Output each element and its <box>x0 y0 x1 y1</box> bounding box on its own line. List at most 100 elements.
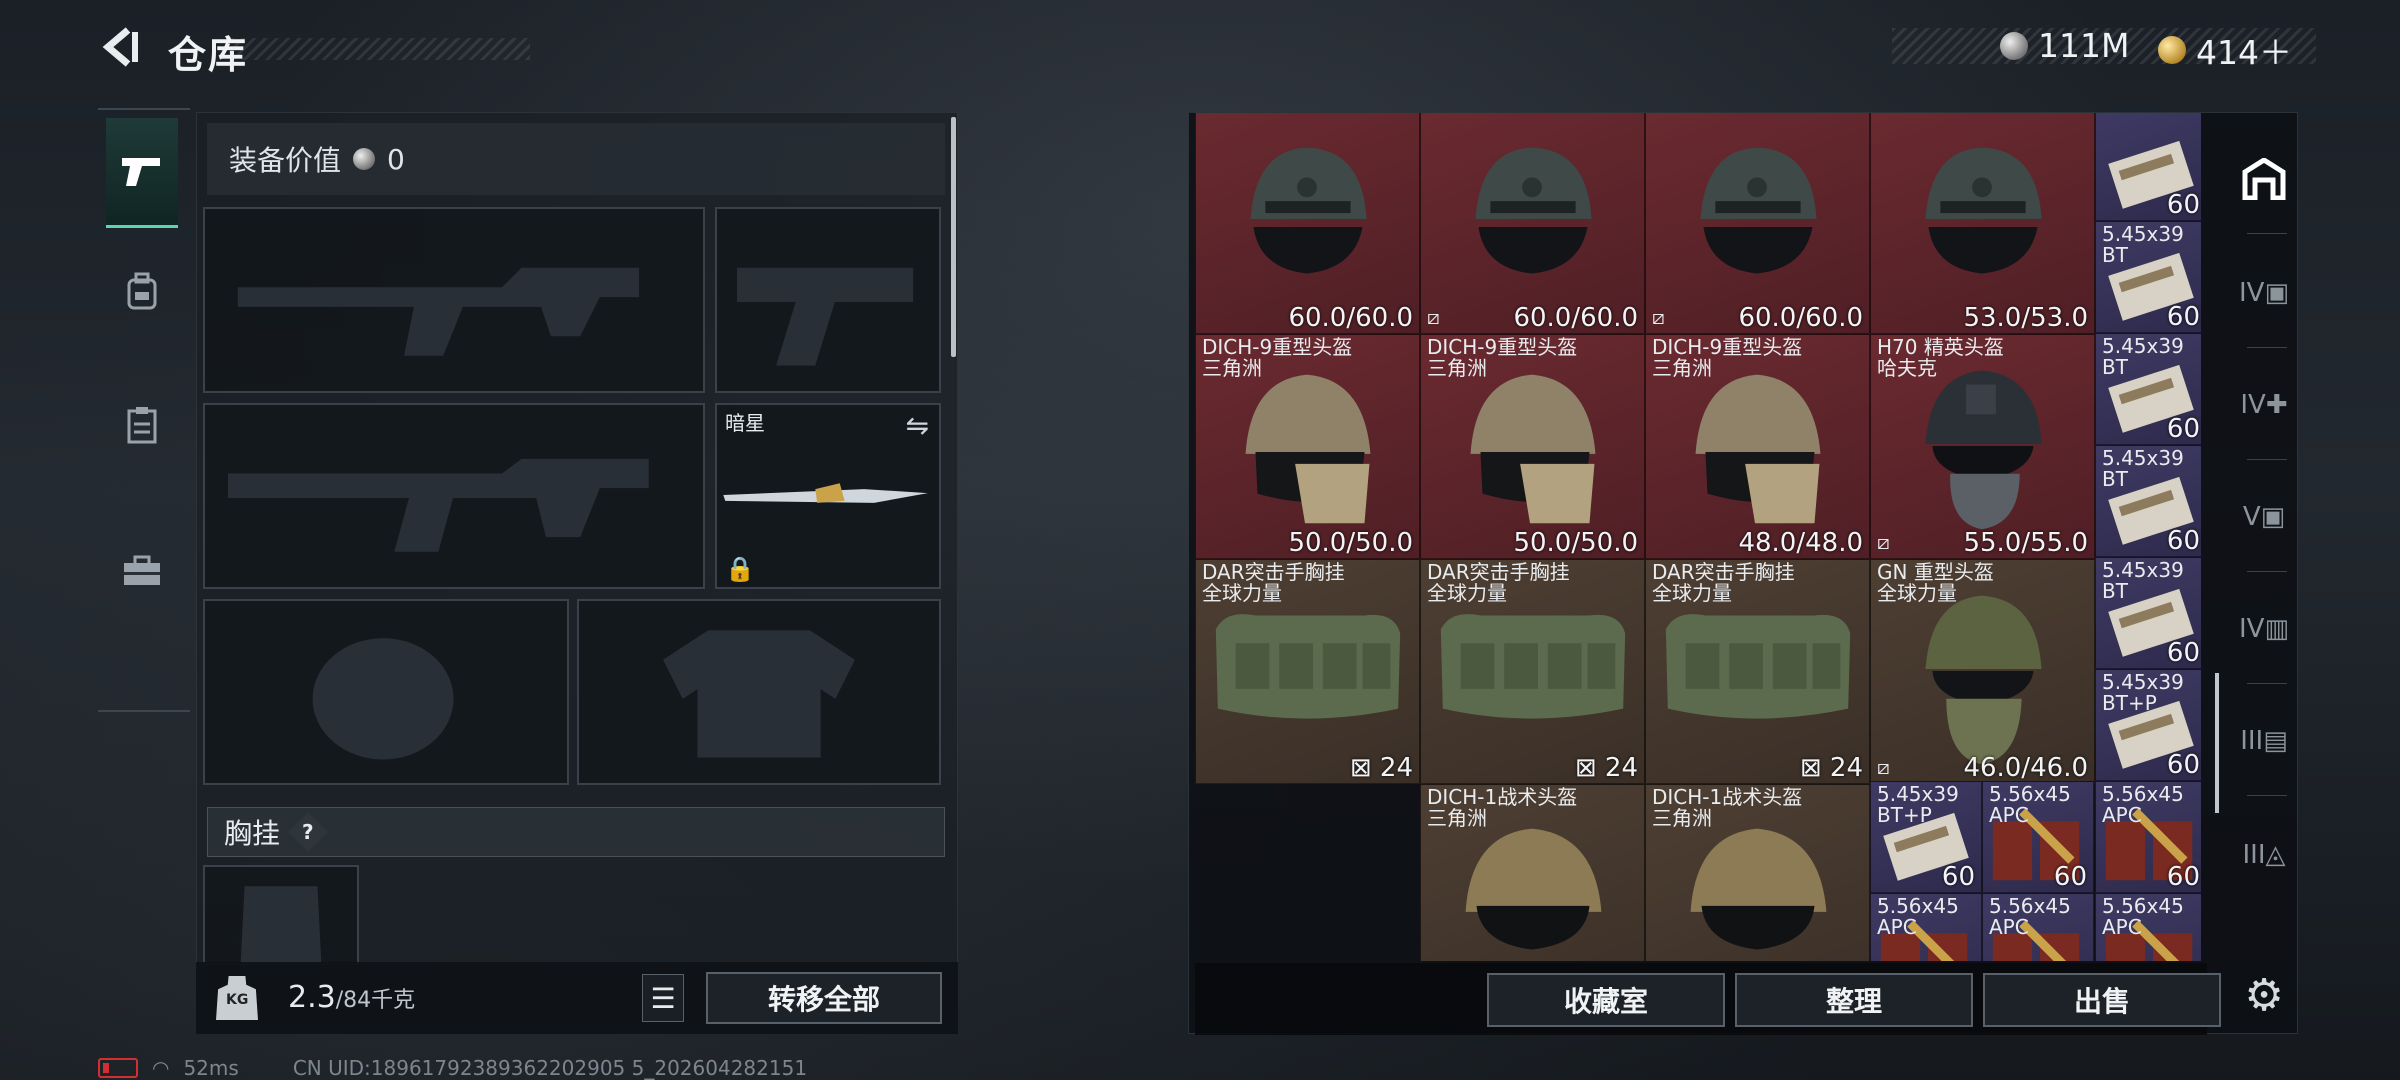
storage-item-cell[interactable]: 53.0/53.0 <box>1870 113 2095 334</box>
gold-currency[interactable]: 414＋ <box>2158 26 2292 74</box>
collection-room-button[interactable]: 收藏室 <box>1487 973 1725 1027</box>
storage-item-cell[interactable]: H70 精英头盔 哈夫克 ⧄ 55.0/55.0 <box>1870 334 2095 559</box>
rig-label: 胸挂 <box>224 817 281 850</box>
storage-item-cell[interactable]: DICH-9重型头盔 三角洲 50.0/50.0 <box>1195 334 1420 559</box>
helmet-slot[interactable] <box>203 599 569 785</box>
rifle-silhouette-icon <box>227 458 649 552</box>
storage-tab-strip: IV▣ IV✚ V▣ IV▥ III▤ III◬ <box>2229 113 2299 963</box>
ammo-name: 5.56x45 APC <box>2102 782 2184 827</box>
toolbox-icon[interactable] <box>106 516 178 626</box>
tab-divider <box>2247 795 2287 796</box>
tab-iii-b-icon[interactable]: III◬ <box>2237 825 2291 885</box>
tab-iv-c-icon[interactable]: IV▥ <box>2237 599 2291 659</box>
primary-weapon-slot[interactable] <box>203 207 705 393</box>
storage-item-cell[interactable]: DAR突击手胸挂 全球力量 ⊠ 24 <box>1195 559 1420 784</box>
item-detail: 60.0/60.0 <box>1738 303 1863 333</box>
page-title: 仓库 <box>168 33 249 77</box>
durability-repair-icon: ⧄ <box>1652 305 1665 329</box>
item-name: DICH-9重型头盔 三角洲 <box>1652 335 1803 380</box>
storage-item-cell[interactable]: GN 重型头盔 全球力量 ⧄ 46.0/46.0 <box>1870 559 2095 784</box>
item-name: DICH-9重型头盔 三角洲 <box>1202 335 1353 380</box>
silver-coin-icon <box>353 148 376 170</box>
storage-item-cell[interactable]: ⧄ 60.0/60.0 <box>1645 113 1870 334</box>
title-decoration <box>230 38 530 60</box>
gear-icon[interactable]: ⚙ <box>2239 965 2289 1025</box>
ammo-name: 5.45x39 BT+P <box>2102 670 2184 715</box>
equipment-scrollbar[interactable] <box>951 117 956 357</box>
back-arrow-icon[interactable] <box>98 24 140 70</box>
sort-button[interactable]: 整理 <box>1735 973 1973 1027</box>
backpack-icon[interactable] <box>106 236 178 346</box>
durability-repair-icon: ⧄ <box>1427 305 1440 329</box>
item-image <box>1475 147 1592 274</box>
item-detail: ⊠ 24 <box>1574 753 1638 783</box>
storage-item-cell[interactable]: ⧄ 60.0/60.0 <box>1420 113 1645 334</box>
tab-iv-a-icon[interactable]: IV▣ <box>2237 263 2291 323</box>
ammo-count: 60 <box>2053 862 2087 892</box>
ammo-count: 60 <box>2166 638 2200 668</box>
secondary-weapon-slot[interactable] <box>203 403 705 589</box>
rig-section-header: 胸挂 ? <box>207 807 945 857</box>
ammo-count: 60 <box>2166 750 2200 780</box>
ammo-name: 5.45x39 BT+P <box>1877 782 1959 827</box>
uid-text: CN UID:18961792389362202905 5_2026042821… <box>292 1056 808 1080</box>
storage-item-cell[interactable]: DICH-1战术头盔 三角洲40.0/40.0 <box>1420 784 1645 961</box>
storage-item-cell[interactable]: DICH-9重型头盔 三角洲 50.0/50.0 <box>1420 334 1645 559</box>
helmet-silhouette-icon <box>312 638 454 760</box>
ammo-cell[interactable]: 5.56x45 APC60 <box>1982 781 2094 893</box>
ammo-cell[interactable]: 5.45x39 BT 60 <box>2095 557 2201 669</box>
durability-repair-icon: ⧄ <box>1877 755 1890 779</box>
help-icon[interactable]: ? <box>288 812 328 852</box>
warehouse-icon[interactable] <box>2237 149 2291 209</box>
ammo-count: 60 <box>2166 526 2200 556</box>
ammo-cell[interactable]: 5.45x39 BT 60 <box>2095 333 2201 445</box>
storage-grid[interactable]: 60.0/60.0 ⧄ 60.0/60.0 ⧄ 60.0/60.0 53.0/53.0 DI… <box>1195 113 2201 961</box>
tab-iii-a-icon[interactable]: III▤ <box>2237 711 2291 771</box>
equipment-value-label: 装备价值 <box>229 144 342 177</box>
item-detail: 50.0/50.0 <box>1288 528 1413 558</box>
ammo-cell[interactable]: 5.56x45 APC60 <box>2095 893 2201 961</box>
ammo-cell[interactable]: 5.45x39 BT 60 <box>2095 445 2201 557</box>
storage-item-cell[interactable]: DICH-1战术头盔 三角洲40.0/40.0 <box>1645 784 1870 961</box>
ammo-cell[interactable]: 5.56x45 APC60 <box>1982 893 2094 961</box>
silver-currency[interactable]: 111M <box>2000 26 2129 65</box>
tab-divider <box>2247 459 2287 460</box>
grid-scrollbar[interactable] <box>2215 673 2219 813</box>
storage-item-cell[interactable]: 60.0/60.0 <box>1195 113 1420 334</box>
armor-silhouette-icon <box>663 630 855 758</box>
sell-button[interactable]: 出售 <box>1983 973 2221 1027</box>
clipboard-icon[interactable] <box>106 370 178 480</box>
ammo-count: 60 <box>2166 302 2200 332</box>
melee-slot[interactable]: 暗星 ⇋ 🔒 <box>715 403 941 589</box>
storage-item-cell[interactable]: DAR突击手胸挂 全球力量 ⊠ 24 <box>1645 559 1870 784</box>
rig-slot[interactable] <box>203 865 359 965</box>
sidearm-slot[interactable] <box>715 207 941 393</box>
item-detail: 60.0/60.0 <box>1288 303 1413 333</box>
tab-iv-b-icon[interactable]: IV✚ <box>2237 375 2291 435</box>
ammo-cell[interactable]: 5.56x45 APC60 <box>2095 781 2201 893</box>
armor-slot[interactable] <box>577 599 941 785</box>
pistol-icon[interactable] <box>106 118 178 228</box>
storage-item-cell[interactable]: DAR突击手胸挂 全球力量 ⊠ 24 <box>1420 559 1645 784</box>
storage-item-cell[interactable]: DICH-9重型头盔 三角洲 48.0/48.0 <box>1645 334 1870 559</box>
item-name: DICH-1战术头盔 三角洲 <box>1427 785 1578 830</box>
equipment-value: 0 <box>387 142 405 176</box>
storage-action-bar: 收藏室 整理 出售 <box>1195 963 2221 1035</box>
ammo-cell[interactable]: 5.45x39 BT+P 60 <box>2095 669 2201 781</box>
weight-readout: 2.3/84千克 <box>288 980 415 1015</box>
lock-icon: 🔒 <box>725 555 755 583</box>
item-detail: 53.0/53.0 <box>1963 303 2088 333</box>
weight-icon: KG <box>216 976 258 1020</box>
transfer-all-button[interactable]: 转移全部 <box>706 972 942 1024</box>
item-detail: ⊠ 24 <box>1799 753 1863 783</box>
list-view-button[interactable]: ☰ <box>642 974 684 1022</box>
ammo-name: 5.45x39 BT <box>2102 558 2184 603</box>
item-detail: ⊠ 24 <box>1349 753 1413 783</box>
ammo-cell[interactable]: 5.56x45 APC60 <box>1870 893 1982 961</box>
ammo-cell[interactable]: 60 <box>2095 113 2201 221</box>
ammo-cell[interactable]: 5.45x39 BT+P 60 <box>1870 781 1982 893</box>
ammo-cell[interactable]: 5.45x39 BT 60 <box>2095 221 2201 333</box>
tab-v-icon[interactable]: V▣ <box>2237 487 2291 547</box>
durability-repair-icon: ⧄ <box>1877 530 1890 554</box>
item-name: DICH-9重型头盔 三角洲 <box>1427 335 1578 380</box>
